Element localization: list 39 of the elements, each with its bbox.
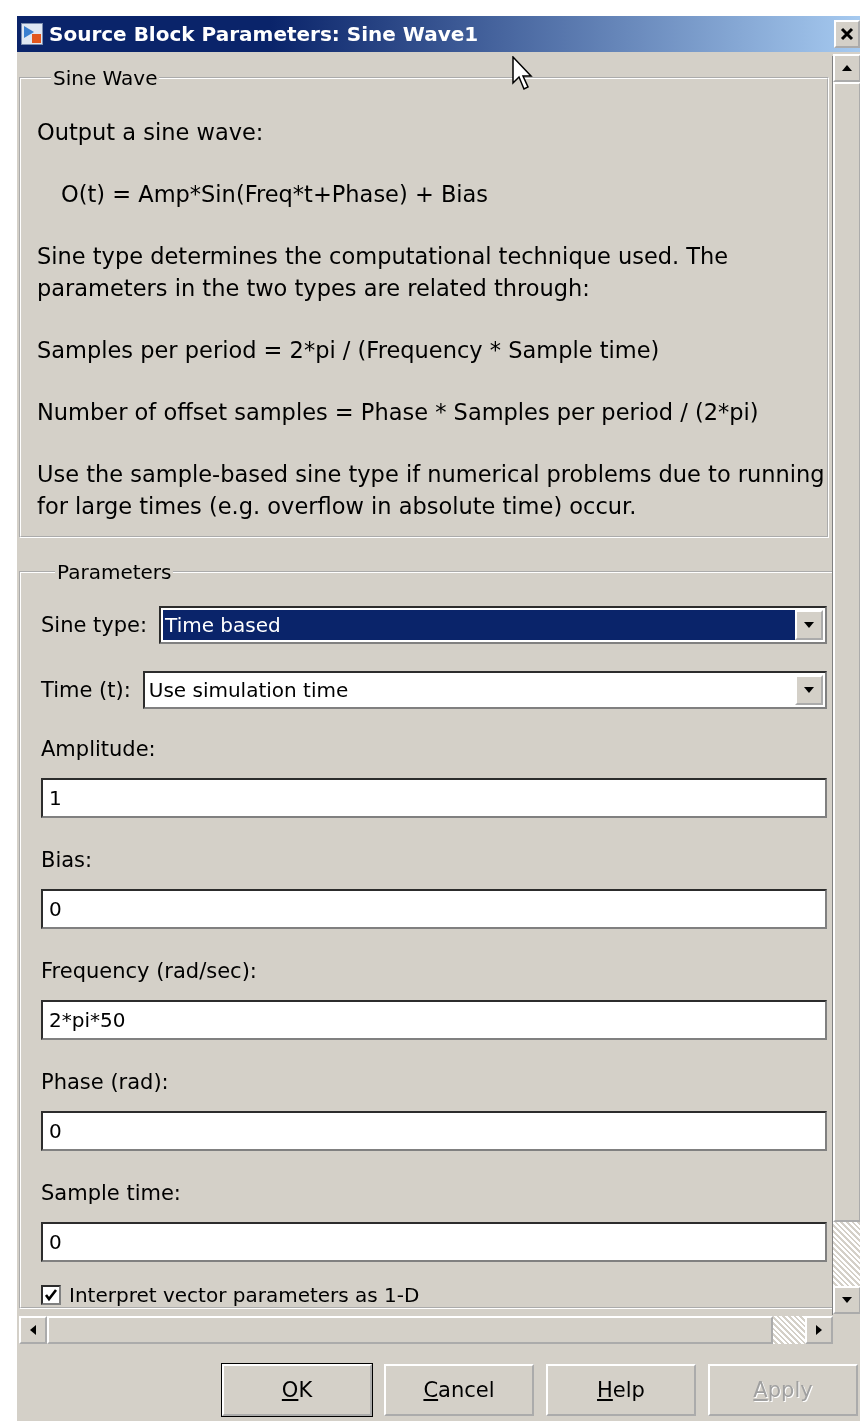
- description-text: Output a sine wave:: [37, 118, 265, 147]
- field-label: Sine type:: [41, 613, 148, 637]
- dialog-button[interactable]: OK: [222, 1364, 372, 1416]
- input-field[interactable]: 2*pi*50: [41, 1000, 827, 1040]
- field-label: Bias:: [41, 847, 94, 874]
- field-label: Frequency (rad/sec):: [41, 958, 258, 985]
- description-text: Samples per period = 2*pi / (Frequency * Sample time): [37, 336, 661, 365]
- scroll-button[interactable]: [19, 1316, 47, 1344]
- scroll-button[interactable]: [833, 1286, 860, 1314]
- description-text: Use the sample-based sine type if numerical problems due to running for large times (e.g. overflow in absolute time) occur.: [37, 460, 826, 521]
- description-text: O(t) = Amp*Sin(Freq*t+Phase) + Bias: [60, 180, 490, 209]
- dialog-button[interactable]: Help: [546, 1364, 696, 1416]
- group-title: Parameters: [56, 560, 173, 584]
- block-icon: [21, 23, 43, 45]
- dropdown[interactable]: Use simulation time: [142, 671, 827, 709]
- field-label: Time (t):: [41, 678, 131, 702]
- close-button[interactable]: [834, 20, 860, 48]
- field-label: Amplitude:: [41, 736, 157, 763]
- dropdown[interactable]: Time based: [159, 606, 827, 644]
- checkbox-label: Interpret vector parameters as 1-D: [69, 1283, 420, 1307]
- checkbox[interactable]: [41, 1285, 61, 1305]
- input-field[interactable]: 0: [41, 1222, 827, 1262]
- input-field[interactable]: 0: [41, 1111, 827, 1151]
- close-icon: [839, 26, 855, 42]
- group-title: Sine Wave: [52, 66, 159, 90]
- scroll-button[interactable]: [833, 54, 860, 82]
- input-field[interactable]: 0: [41, 889, 827, 929]
- description-text: Number of offset samples = Phase * Samples per period / (2*pi): [37, 398, 760, 427]
- window-title: Source Block Parameters: Sine Wave1: [49, 22, 479, 46]
- description-text: Sine type determines the computational technique used. The parameters in the two types are related through:: [37, 242, 730, 303]
- field-label: Phase (rad):: [41, 1069, 170, 1096]
- down-arrow-icon: [841, 1296, 853, 1304]
- field-label: Sample time:: [41, 1180, 182, 1207]
- left-arrow-icon: [29, 1324, 37, 1336]
- scroll-button[interactable]: [805, 1316, 833, 1344]
- input-field[interactable]: 1: [41, 778, 827, 818]
- right-arrow-icon: [815, 1324, 823, 1336]
- up-arrow-icon: [841, 64, 853, 72]
- dialog-button[interactable]: Cancel: [384, 1364, 534, 1416]
